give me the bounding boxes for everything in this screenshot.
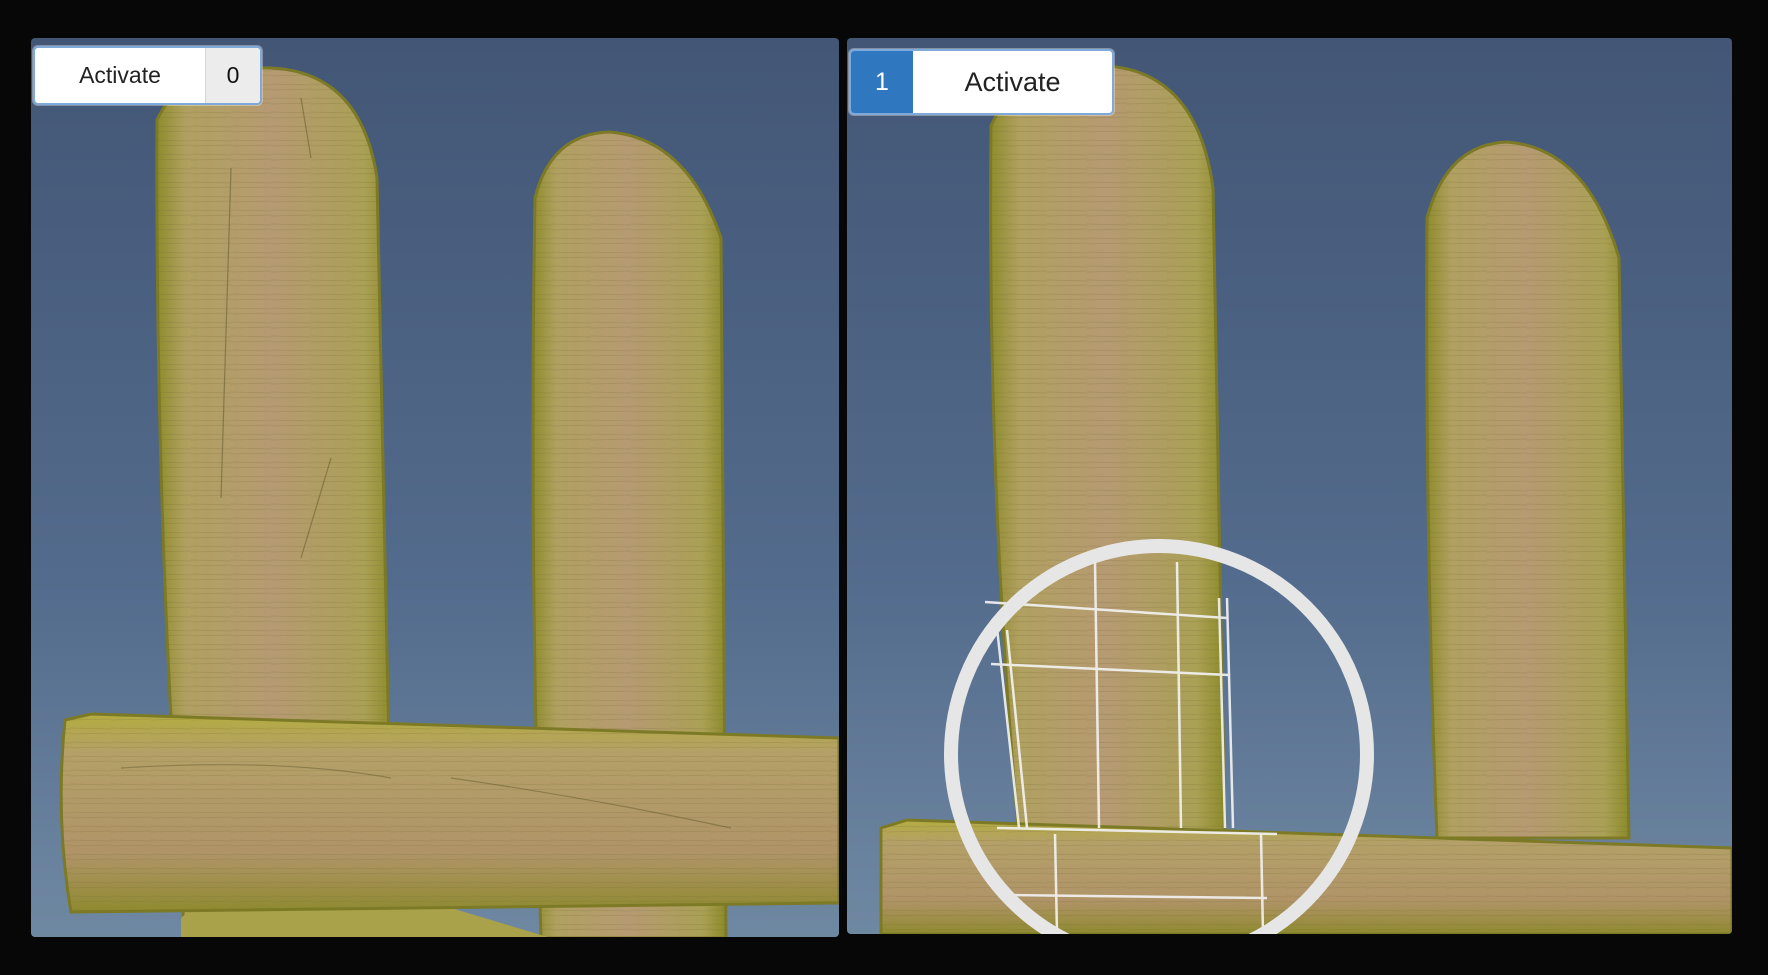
activate-button[interactable]: Activate xyxy=(35,48,205,103)
viewport-right xyxy=(847,38,1732,934)
activate-count-badge: 0 xyxy=(205,48,260,103)
activate-button[interactable]: Activate xyxy=(913,51,1112,113)
activate-button-group-right[interactable]: 1 Activate xyxy=(849,49,1114,115)
activate-button-group-left[interactable]: Activate 0 xyxy=(33,46,262,105)
fence-scene-left xyxy=(31,38,839,937)
fence-scene-right xyxy=(847,38,1732,934)
activate-count-badge: 1 xyxy=(851,51,913,113)
viewport-left xyxy=(31,38,839,937)
